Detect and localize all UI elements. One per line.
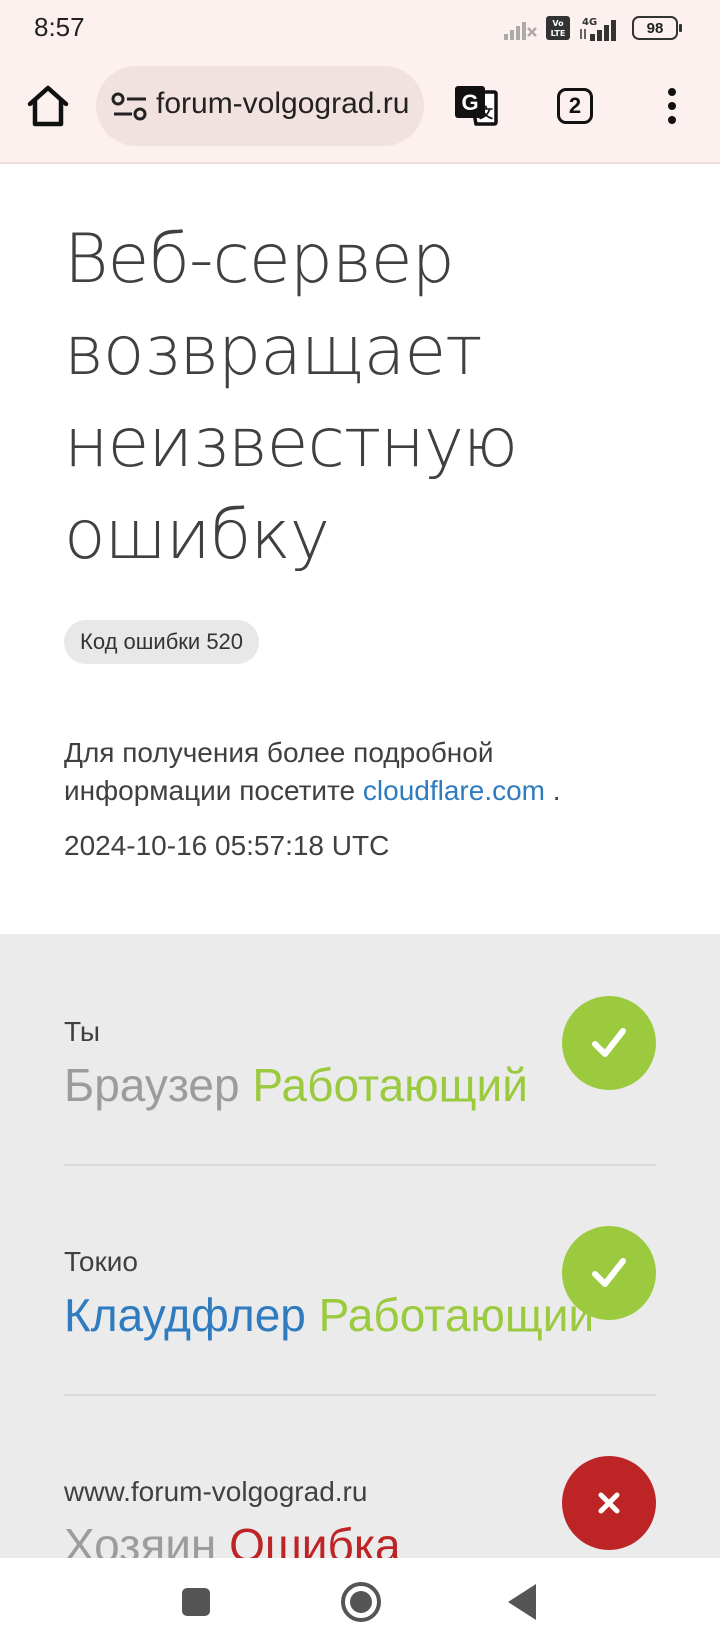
translate-icon: G 文 xyxy=(455,86,498,126)
error-code-text: Код ошибки 520 xyxy=(80,629,244,654)
page-title: Веб-сервер возвращает неизвестную ошибку xyxy=(64,220,518,575)
system-nav-bar xyxy=(0,1558,720,1650)
status-name: Хозяин xyxy=(64,1519,217,1558)
error-page: Веб-сервер возвращает неизвестную ошибку… xyxy=(0,166,720,934)
error-code-badge: Код ошибки 520 xyxy=(64,620,260,664)
volte-icon: Vo LTE xyxy=(546,16,570,40)
translate-button[interactable]: G 文 xyxy=(452,82,500,130)
site-settings-button[interactable] xyxy=(110,92,150,122)
status-state: Работающий xyxy=(318,1289,595,1341)
check-icon xyxy=(592,1028,626,1057)
status-ok-icon xyxy=(562,1226,656,1320)
url-text[interactable]: forum-volgograd.ru xyxy=(156,87,416,121)
svg-text:G: G xyxy=(461,90,478,115)
back-button[interactable] xyxy=(508,1584,536,1620)
battery-icon: 98 xyxy=(632,16,682,40)
system-status-bar: 8:57 Vo LTE 4G 98 xyxy=(0,0,720,56)
home-icon xyxy=(27,85,69,127)
divider xyxy=(64,1164,656,1166)
divider xyxy=(64,1394,656,1396)
tab-switcher-button[interactable]: 2 xyxy=(557,88,593,124)
error-timestamp: 2024-10-16 05:57:18 UTC xyxy=(64,830,390,861)
status-ok-icon xyxy=(562,996,656,1090)
nav-home-button[interactable] xyxy=(341,1582,381,1622)
svg-text:4G: 4G xyxy=(582,17,597,28)
svg-text:文: 文 xyxy=(479,105,494,122)
status-state: Ошибка xyxy=(229,1519,401,1558)
browser-toolbar: forum-volgograd.ru G 文 2 xyxy=(0,56,720,164)
cloudflare-link[interactable]: cloudflare.com xyxy=(363,775,545,806)
status-section: Ты Браузер Работающий Токио Клаудфлер Ра… xyxy=(0,934,720,1558)
status-name: Клаудфлер xyxy=(64,1289,306,1341)
home-button[interactable] xyxy=(24,82,72,136)
status-time: 8:57 xyxy=(34,12,85,42)
site-settings-icon xyxy=(111,92,147,121)
close-icon xyxy=(598,1492,620,1514)
tab-count: 2 xyxy=(568,93,582,118)
check-icon xyxy=(592,1258,626,1287)
description-suffix: . xyxy=(545,775,561,806)
status-error-icon xyxy=(562,1456,656,1550)
home-circle-icon xyxy=(350,1591,372,1613)
more-vert-icon[interactable] xyxy=(660,84,684,128)
status-icons: Vo LTE 4G 98 xyxy=(504,14,682,42)
error-description: Для получения более подробной информации… xyxy=(64,734,664,810)
signal-off-icon xyxy=(504,22,537,40)
address-bar[interactable]: forum-volgograd.ru xyxy=(96,66,424,146)
svg-text:LTE: LTE xyxy=(551,29,566,38)
status-state: Работающий xyxy=(252,1059,528,1111)
recents-button[interactable] xyxy=(182,1588,210,1616)
battery-level: 98 xyxy=(646,19,664,37)
signal-4g-icon: 4G xyxy=(580,17,616,41)
svg-text:Vo: Vo xyxy=(552,19,564,28)
status-name: Браузер xyxy=(64,1059,240,1111)
